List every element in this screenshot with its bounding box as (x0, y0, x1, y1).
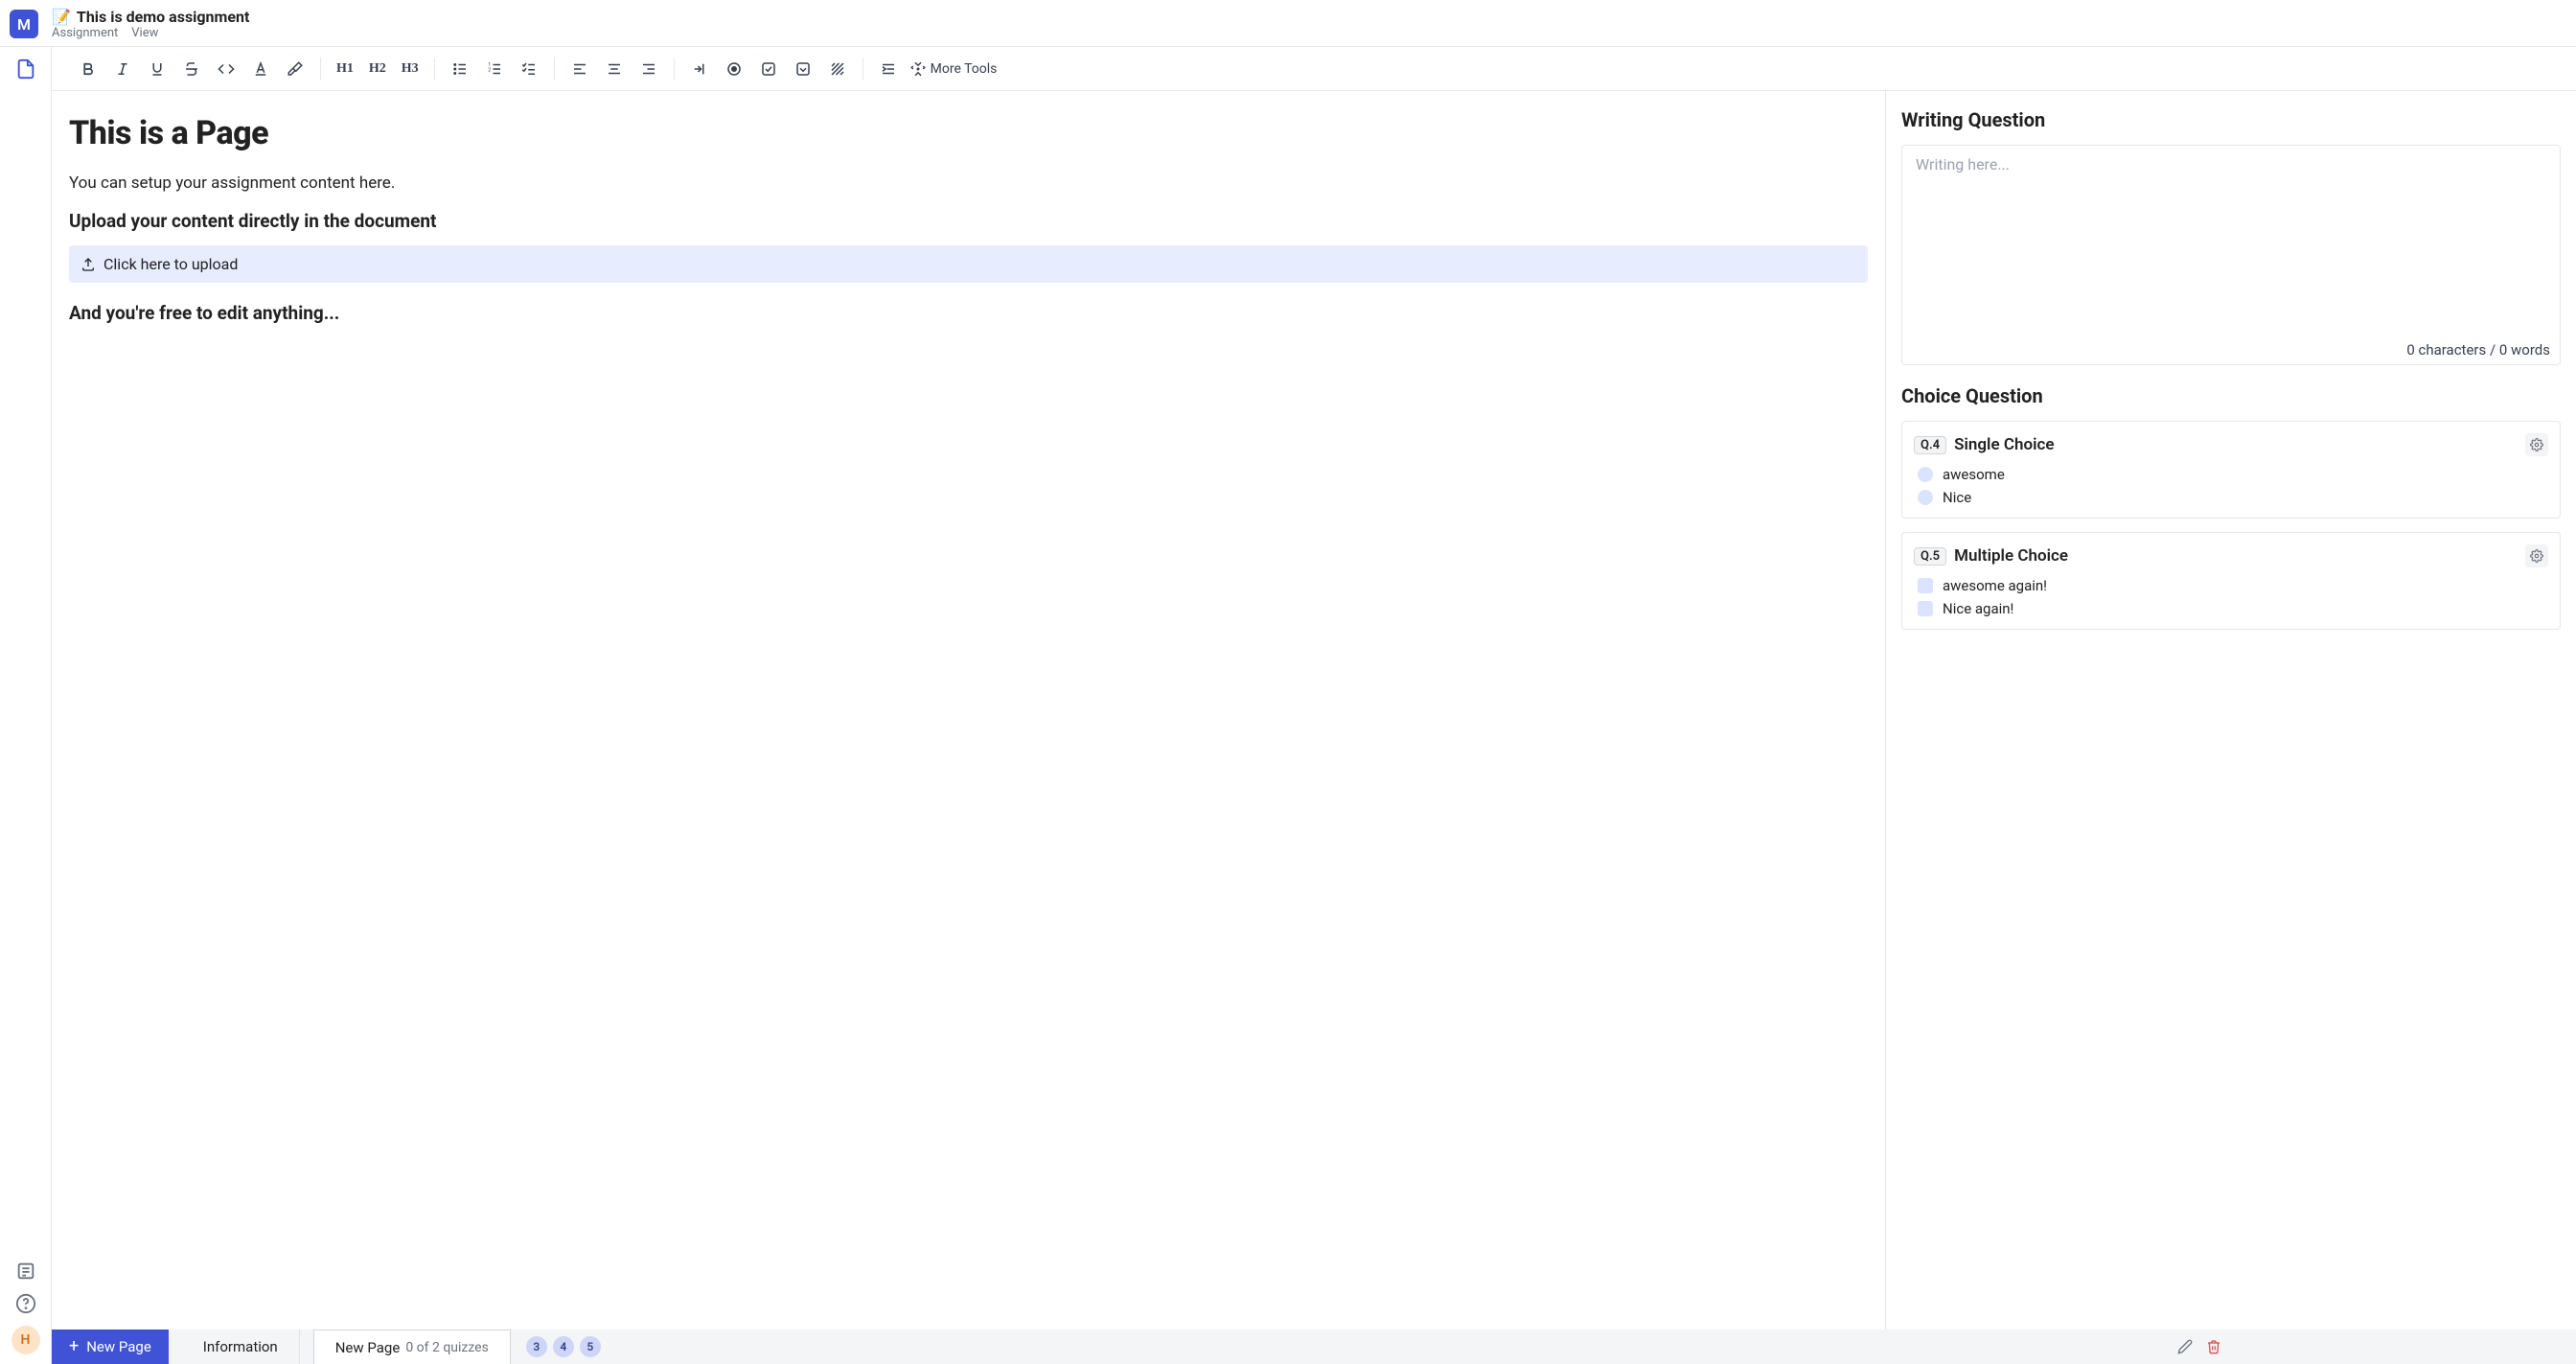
multiple-choice-card: Q.5 Multiple Choice awesome again! Nice … (1901, 532, 2561, 630)
multiple-choice-title: Multiple Choice (1954, 546, 2068, 566)
record-button[interactable] (721, 56, 748, 82)
writing-counter: 0 characters / 0 words (1902, 335, 2560, 364)
tab-quiz-count: 0 of 2 quizzes (405, 1340, 489, 1355)
option-label: awesome again! (1943, 577, 2047, 594)
choice-option[interactable]: Nice again! (1918, 600, 2548, 617)
page-badge[interactable]: 3 (526, 1336, 547, 1357)
radio-icon (1918, 490, 1933, 505)
title-block: 📝 This is demo assignment Assignment Vie… (52, 8, 249, 40)
left-sidebar: H (0, 47, 52, 1364)
edit-icon[interactable] (2177, 1339, 2193, 1354)
question-badge: Q.5 (1914, 547, 1946, 566)
upload-heading[interactable]: Upload your content directly in the docu… (69, 210, 1868, 232)
text-color-button[interactable] (247, 56, 274, 82)
choice-question-title: Choice Question (1901, 384, 2561, 407)
single-choice-title: Single Choice (1954, 435, 2054, 454)
bullet-list-button[interactable] (447, 56, 473, 82)
svg-text:2: 2 (488, 67, 491, 73)
page-icon[interactable] (15, 58, 36, 80)
checkbox-icon (1918, 578, 1933, 593)
radio-icon (1918, 467, 1933, 482)
check-list-button[interactable] (516, 56, 542, 82)
checkbox-icon (1918, 601, 1933, 616)
choice-option[interactable]: awesome (1918, 466, 2548, 483)
footer-bar: + New Page Information New Page 0 of 2 q… (52, 1329, 2576, 1364)
option-label: awesome (1943, 466, 2005, 483)
insert-response-button[interactable] (686, 56, 713, 82)
single-choice-card: Q.4 Single Choice awesome Nice (1901, 421, 2561, 519)
page-badge[interactable]: 5 (580, 1336, 601, 1357)
upload-icon (80, 257, 96, 272)
option-label: Nice (1943, 489, 1971, 506)
editor-pane[interactable]: This is a Page You can setup your assign… (52, 91, 1886, 1329)
align-center-button[interactable] (601, 56, 628, 82)
new-page-label: New Page (86, 1338, 151, 1355)
question-panel: Writing Question 0 characters / 0 words … (1886, 91, 2576, 1329)
editor-toolbar: H1 H2 H3 12 (52, 47, 2576, 91)
edit-heading[interactable]: And you're free to edit anything... (69, 302, 1868, 324)
assignment-title[interactable]: This is demo assignment (77, 8, 249, 26)
user-avatar[interactable]: H (12, 1326, 40, 1354)
gear-icon[interactable] (2525, 433, 2548, 456)
page-badges: 3 4 5 (526, 1336, 601, 1357)
new-page-button[interactable]: + New Page (52, 1329, 169, 1364)
title-emoji-icon: 📝 (52, 8, 71, 26)
plus-icon: + (69, 1338, 79, 1355)
menu-view[interactable]: View (131, 26, 158, 40)
bold-button[interactable] (75, 56, 102, 82)
h1-button[interactable]: H1 (333, 56, 357, 82)
h3-button[interactable]: H3 (398, 56, 423, 82)
page-badge[interactable]: 4 (553, 1336, 574, 1357)
writing-textarea[interactable] (1916, 155, 2546, 326)
align-right-button[interactable] (635, 56, 662, 82)
intro-paragraph[interactable]: You can setup your assignment content he… (69, 173, 1868, 193)
app-header: M 📝 This is demo assignment Assignment V… (0, 0, 2576, 47)
question-badge: Q.4 (1914, 436, 1946, 454)
tab-label: New Page (335, 1339, 401, 1356)
help-icon[interactable] (15, 1293, 36, 1314)
choice-option[interactable]: Nice (1918, 489, 2548, 506)
tab-information[interactable]: Information (182, 1329, 300, 1364)
indent-button[interactable] (875, 56, 902, 82)
menu-assignment[interactable]: Assignment (52, 26, 118, 40)
choice-option[interactable]: awesome again! (1918, 577, 2548, 594)
more-tools-button[interactable]: More Tools (909, 60, 998, 78)
strikethrough-button[interactable] (178, 56, 205, 82)
numbered-list-button[interactable]: 12 (481, 56, 508, 82)
list-icon[interactable] (15, 1260, 36, 1282)
writing-box: 0 characters / 0 words (1901, 145, 2561, 365)
align-left-button[interactable] (566, 56, 593, 82)
upload-button[interactable]: Click here to upload (69, 245, 1868, 283)
code-button[interactable] (213, 56, 240, 82)
writing-question-title: Writing Question (1901, 108, 2561, 131)
highlight-button[interactable] (282, 56, 309, 82)
tab-new-page[interactable]: New Page 0 of 2 quizzes (313, 1329, 511, 1364)
hatch-button[interactable] (824, 56, 851, 82)
trash-icon[interactable] (2206, 1339, 2221, 1354)
checkbox-insert-button[interactable] (755, 56, 782, 82)
italic-button[interactable] (109, 56, 136, 82)
underline-button[interactable] (144, 56, 171, 82)
more-tools-label: More Tools (931, 61, 998, 77)
option-label: Nice again! (1943, 600, 2013, 617)
app-logo[interactable]: M (10, 10, 38, 38)
dropdown-insert-button[interactable] (790, 56, 816, 82)
upload-label: Click here to upload (104, 255, 238, 273)
page-title[interactable]: This is a Page (69, 114, 1868, 152)
gear-icon[interactable] (2525, 544, 2548, 567)
h2-button[interactable]: H2 (365, 56, 390, 82)
